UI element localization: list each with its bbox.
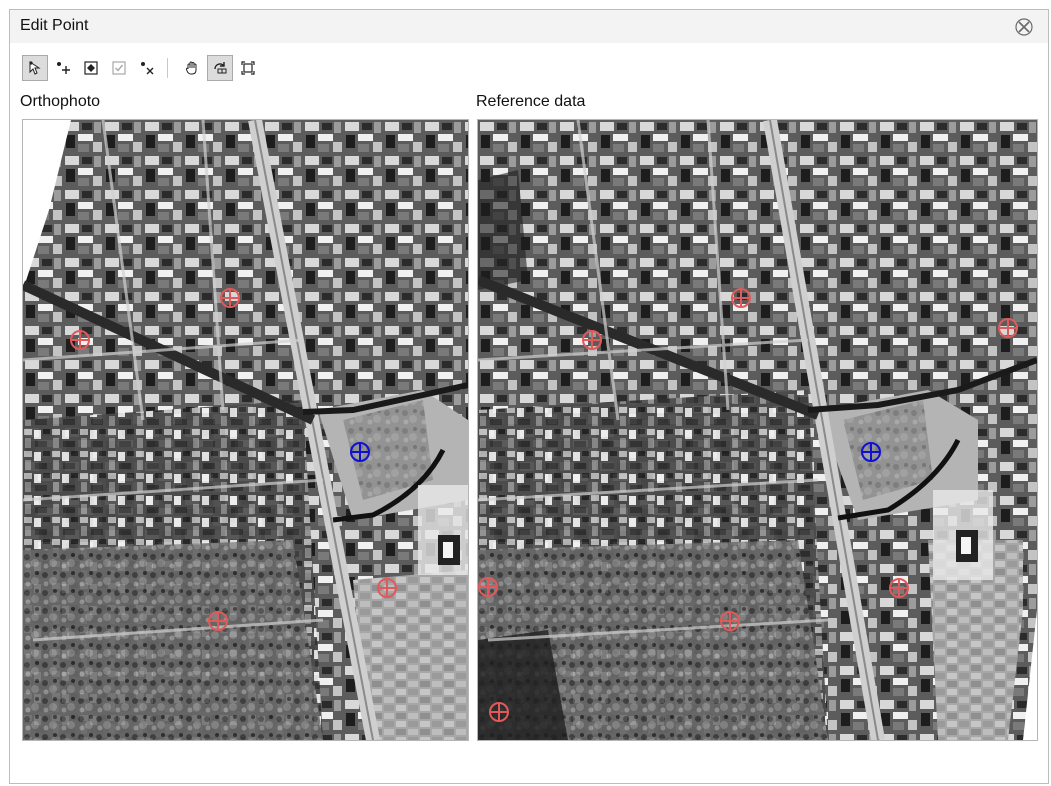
edit-point-button[interactable] <box>78 55 104 81</box>
close-button[interactable] <box>1014 17 1034 37</box>
add-point-button[interactable] <box>50 55 76 81</box>
reference-data-view[interactable] <box>477 119 1038 741</box>
control-point[interactable] <box>888 577 910 599</box>
crosshair-icon <box>582 330 602 350</box>
title-bar: Edit Point <box>10 10 1048 43</box>
selected-control-point[interactable] <box>860 441 882 463</box>
crosshair-icon <box>489 702 509 722</box>
full-extent-button[interactable] <box>235 55 261 81</box>
control-point[interactable] <box>997 317 1019 339</box>
orthophoto-image <box>23 120 468 740</box>
crosshair-icon <box>70 330 90 350</box>
selected-control-point[interactable] <box>349 441 371 463</box>
control-point[interactable] <box>478 576 499 598</box>
crosshair-icon <box>208 611 228 631</box>
reference-data-label: Reference data <box>476 93 586 110</box>
link-views-button[interactable] <box>207 55 233 81</box>
dialog-title: Edit Point <box>20 17 89 34</box>
orthophoto-label: Orthophoto <box>20 93 101 110</box>
crosshair-icon <box>377 578 397 598</box>
crosshair-icon <box>731 288 751 308</box>
control-point[interactable] <box>207 610 229 632</box>
reference-data-image <box>478 120 1037 740</box>
orthophoto-view[interactable] <box>22 119 469 741</box>
control-point[interactable] <box>581 329 603 351</box>
crosshair-icon <box>889 578 909 598</box>
control-point[interactable] <box>488 701 510 723</box>
crosshair-icon <box>998 318 1018 338</box>
link-views-icon <box>214 62 227 74</box>
toolbar <box>22 55 422 81</box>
hand-pan-icon <box>185 61 197 75</box>
control-point[interactable] <box>219 287 241 309</box>
check-box-icon <box>112 61 126 75</box>
delete-point-icon <box>141 62 154 75</box>
select-tool-button[interactable] <box>22 55 48 81</box>
close-icon <box>1015 18 1033 36</box>
add-point-icon <box>57 62 70 74</box>
point-box-icon <box>84 61 98 75</box>
delete-point-button[interactable] <box>134 55 160 81</box>
toolbar-separator <box>167 58 168 78</box>
accept-button[interactable] <box>106 55 132 81</box>
pointer-select-icon <box>29 61 41 75</box>
crosshair-icon <box>720 611 740 631</box>
crosshair-icon <box>220 288 240 308</box>
control-point[interactable] <box>719 610 741 632</box>
crosshair-icon <box>478 577 498 597</box>
control-point[interactable] <box>69 329 91 351</box>
crosshair-icon <box>861 442 881 462</box>
pan-button[interactable] <box>179 55 205 81</box>
crosshair-icon <box>350 442 370 462</box>
edit-point-dialog: Edit Point Orthophoto Reference data <box>9 9 1049 784</box>
control-point[interactable] <box>376 577 398 599</box>
control-point[interactable] <box>730 287 752 309</box>
full-extent-icon <box>241 61 255 75</box>
